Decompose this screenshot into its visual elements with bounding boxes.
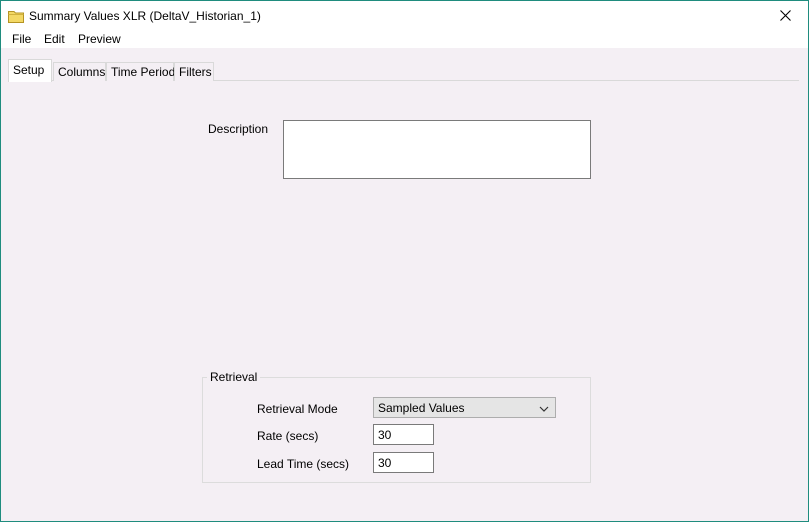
chevron-down-icon (539, 403, 549, 413)
tab-time-period[interactable]: Time Period (106, 62, 175, 81)
retrieval-group-title: Retrieval (207, 370, 261, 384)
rate-label: Rate (secs) (257, 429, 319, 443)
retrieval-mode-select[interactable]: Sampled Values (373, 397, 556, 418)
tab-filters[interactable]: Filters (174, 62, 214, 81)
retrieval-mode-label: Retrieval Mode (257, 402, 338, 416)
description-field[interactable] (283, 120, 591, 179)
description-label: Description (208, 122, 269, 136)
menu-file[interactable]: File (12, 32, 31, 46)
lead-time-label: Lead Time (secs) (257, 457, 350, 471)
close-button[interactable] (762, 1, 808, 32)
title-bar: Summary Values XLR (DeltaV_Historian_1) (1, 1, 808, 32)
folder-icon (8, 10, 24, 23)
menu-edit[interactable]: Edit (44, 32, 65, 46)
tab-setup[interactable]: Setup (8, 59, 52, 82)
client-area: Setup Columns Time Period Filters Descri… (1, 48, 808, 521)
menu-preview[interactable]: Preview (78, 32, 121, 46)
window-title: Summary Values XLR (DeltaV_Historian_1) (29, 9, 261, 23)
close-icon (779, 8, 791, 26)
app-window: Summary Values XLR (DeltaV_Historian_1) … (0, 0, 809, 522)
menu-bar: File Edit Preview (1, 32, 808, 48)
retrieval-mode-value: Sampled Values (378, 401, 465, 415)
rate-input[interactable]: 30 (373, 424, 434, 445)
tab-columns[interactable]: Columns (53, 62, 106, 81)
lead-time-input[interactable]: 30 (373, 452, 434, 473)
